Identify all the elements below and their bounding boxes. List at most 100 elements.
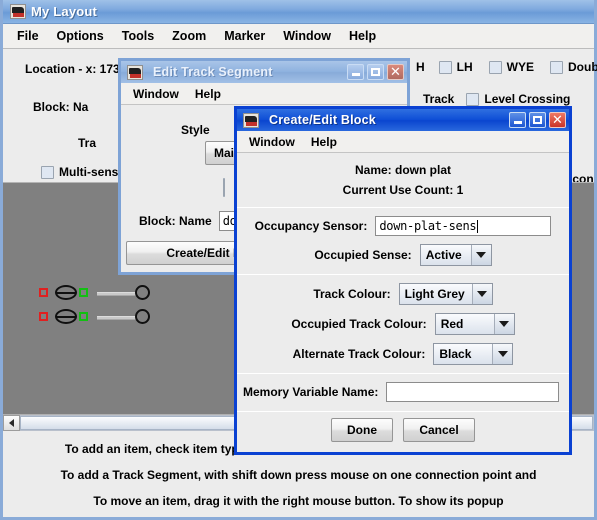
- track-segment-line[interactable]: [97, 316, 137, 320]
- track-colour-dropdown[interactable]: Light Grey: [398, 283, 493, 305]
- chevron-down-icon[interactable]: [494, 314, 514, 334]
- turnout-centerline: [57, 316, 75, 318]
- track-label: Tra: [78, 136, 97, 150]
- chevron-down-icon[interactable]: [493, 344, 513, 364]
- checkbox-double-x-label: Double X: [568, 60, 597, 74]
- connection-point-marker[interactable]: [79, 312, 88, 321]
- main-window-title: My Layout: [31, 4, 98, 19]
- minimize-button[interactable]: [347, 64, 364, 80]
- checkbox-lh-label: LH: [456, 60, 473, 74]
- minimize-icon: [513, 121, 522, 124]
- menu-tools[interactable]: Tools: [113, 26, 163, 46]
- checkbox-box-icon[interactable]: [223, 178, 225, 197]
- location-label: Location - x: 173: [25, 62, 120, 76]
- close-icon: ✕: [552, 112, 563, 128]
- scroll-left-button[interactable]: [3, 415, 20, 431]
- anchor-point-symbol[interactable]: [135, 309, 150, 324]
- occupancy-marker[interactable]: [39, 312, 48, 321]
- track-colour-label: Track Colour:: [313, 287, 391, 301]
- checkbox-multisensor[interactable]: Multi-senso: [41, 165, 126, 179]
- occupied-track-colour-label: Occupied Track Colour:: [291, 317, 427, 331]
- jmri-app-icon: [10, 4, 26, 19]
- window-controls: ✕: [347, 64, 407, 80]
- close-button[interactable]: ✕: [387, 64, 404, 80]
- occupied-track-colour-value: Red: [436, 314, 495, 334]
- main-menubar: File Options Tools Zoom Marker Window He…: [3, 24, 594, 49]
- chevron-down-icon[interactable]: [472, 284, 492, 304]
- chevron-down-icon[interactable]: [471, 245, 491, 265]
- menu-help[interactable]: Help: [303, 133, 345, 151]
- menu-options[interactable]: Options: [48, 26, 113, 46]
- anchor-point-symbol[interactable]: [135, 285, 150, 300]
- alternate-track-colour-value: Black: [434, 344, 494, 364]
- close-button[interactable]: ✕: [549, 112, 566, 128]
- maximize-button[interactable]: [367, 64, 384, 80]
- menu-window[interactable]: Window: [241, 133, 303, 151]
- menu-zoom[interactable]: Zoom: [163, 26, 215, 46]
- instruction-line-2: To add a Track Segment, with shift down …: [60, 468, 537, 482]
- menu-marker[interactable]: Marker: [215, 26, 274, 46]
- checkbox-rh-label-partial: H: [416, 60, 425, 74]
- text-caret: [477, 219, 479, 233]
- window-controls: ✕: [509, 112, 569, 128]
- edit-track-segment-titlebar[interactable]: Edit Track Segment ✕: [121, 61, 407, 83]
- create-edit-block-dialog[interactable]: Create/Edit Block ✕ Window Help Name: do…: [234, 106, 572, 455]
- checkbox-wye-label: WYE: [506, 60, 535, 74]
- edit-track-segment-menubar: Window Help: [121, 83, 407, 105]
- chevron-left-icon: [9, 419, 14, 427]
- checkbox-box-icon: [41, 165, 54, 179]
- maximize-button[interactable]: [529, 112, 546, 128]
- minimize-button[interactable]: [509, 112, 526, 128]
- menu-help[interactable]: Help: [340, 26, 385, 46]
- menu-file[interactable]: File: [8, 26, 48, 46]
- checkbox-box-icon: [438, 60, 452, 74]
- checkbox-wye[interactable]: WYE: [488, 60, 535, 74]
- occupied-sense-value: Active: [421, 245, 472, 265]
- maximize-icon: [533, 116, 542, 124]
- create-edit-block-body: Name: down plat Current Use Count: 1 Occ…: [237, 153, 569, 449]
- alternate-track-colour-label: Alternate Track Colour:: [292, 347, 426, 361]
- create-edit-block-titlebar[interactable]: Create/Edit Block ✕: [237, 109, 569, 131]
- occupancy-marker[interactable]: [39, 288, 48, 297]
- occupancy-sensor-input[interactable]: down-plat-sens: [375, 216, 552, 236]
- dialog-button-bar: Done Cancel: [237, 412, 569, 449]
- instruction-line-3: To move an item, drag it with the right …: [93, 494, 504, 508]
- occupied-track-colour-dropdown[interactable]: Red: [434, 313, 515, 335]
- checkbox-level-crossing[interactable]: Level Crossing: [466, 92, 570, 106]
- create-edit-block-title: Create/Edit Block: [269, 113, 376, 127]
- occupied-sense-label: Occupied Sense:: [314, 248, 412, 262]
- menu-window[interactable]: Window: [125, 85, 187, 103]
- main-window-titlebar[interactable]: My Layout: [3, 0, 594, 24]
- minimize-icon: [351, 73, 360, 76]
- done-button[interactable]: Done: [331, 418, 393, 442]
- memory-variable-input[interactable]: [386, 382, 559, 402]
- checkbox-multisensor-label: Multi-senso: [59, 165, 126, 179]
- memory-variable-label: Memory Variable Name:: [243, 385, 379, 399]
- cancel-button[interactable]: Cancel: [403, 418, 475, 442]
- turnout-centerline: [57, 292, 75, 294]
- occupancy-sensor-value: down-plat-sens: [379, 219, 477, 233]
- connection-point-marker[interactable]: [79, 288, 88, 297]
- track-colour-value: Light Grey: [400, 284, 473, 304]
- use-count-readout: Current Use Count: 1: [342, 183, 464, 197]
- occupied-sense-dropdown[interactable]: Active: [419, 244, 492, 266]
- jmri-app-icon: [127, 64, 143, 80]
- jmri-app-icon: [243, 112, 259, 128]
- menu-window[interactable]: Window: [274, 26, 340, 46]
- screen: My Layout File Options Tools Zoom Marker…: [0, 0, 597, 520]
- checkbox-double-x[interactable]: Double X: [550, 60, 597, 74]
- checkbox-level-crossing-label: Level Crossing: [484, 92, 571, 106]
- checkbox-lh[interactable]: LH: [438, 60, 473, 74]
- block-name-readout: Name: down plat: [354, 163, 451, 177]
- occupancy-sensor-label: Occupancy Sensor:: [254, 219, 368, 233]
- edit-track-segment-title: Edit Track Segment: [153, 65, 273, 79]
- block-name-label: Block: Na: [33, 100, 89, 114]
- block-name-label: Block: Name: [139, 214, 212, 228]
- close-icon: ✕: [390, 64, 401, 80]
- alternate-track-colour-dropdown[interactable]: Black: [433, 343, 514, 365]
- checkbox-box-icon: [488, 60, 502, 74]
- menu-help[interactable]: Help: [187, 85, 229, 103]
- track-segment-line[interactable]: [97, 292, 137, 296]
- track-group-label: Track: [423, 92, 455, 106]
- maximize-icon: [371, 68, 380, 76]
